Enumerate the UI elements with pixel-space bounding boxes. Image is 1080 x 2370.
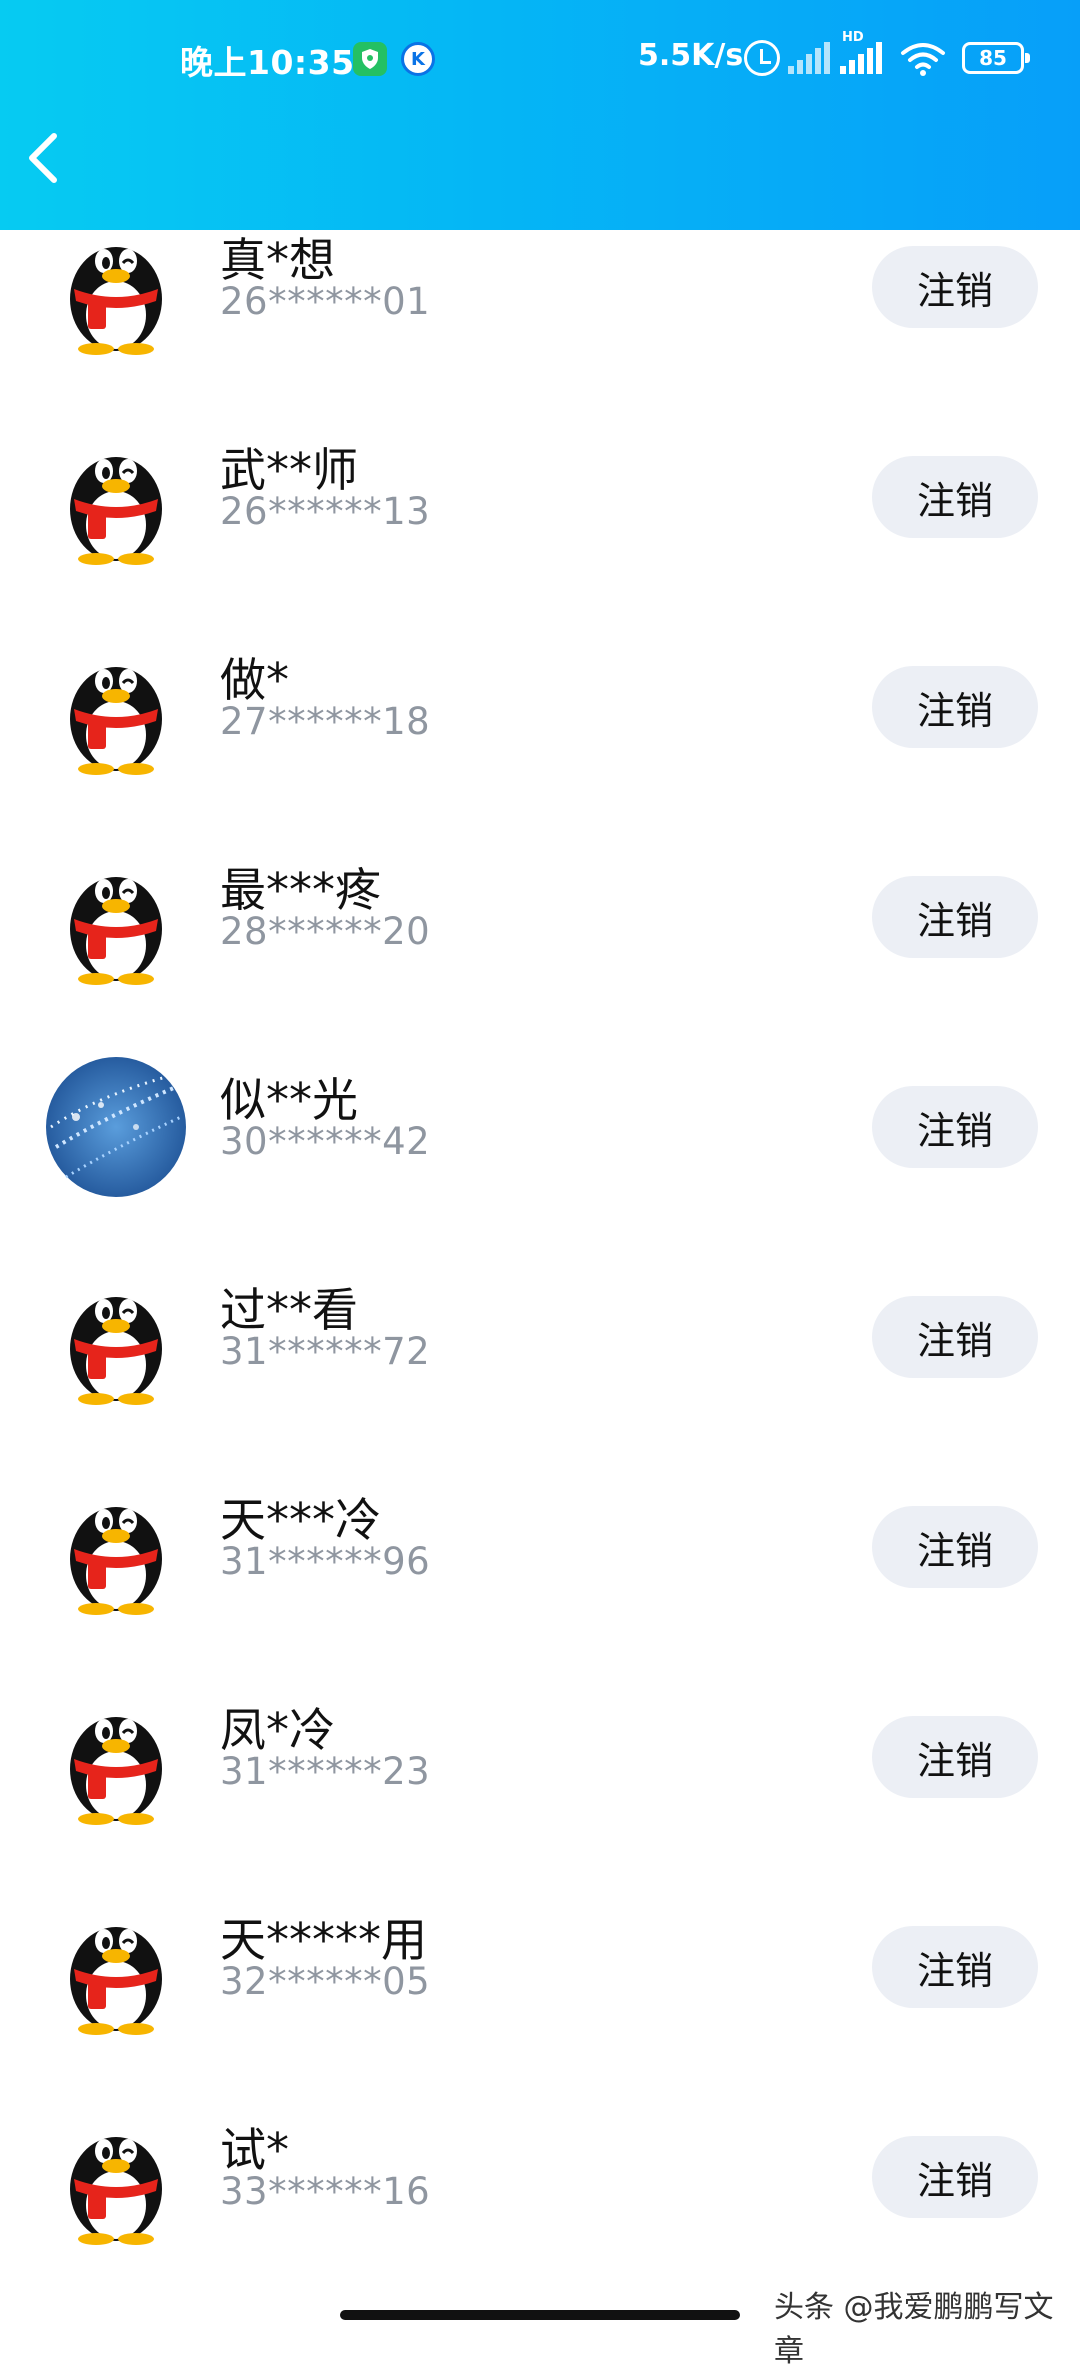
wifi-icon <box>900 42 946 76</box>
account-row[interactable]: 过**看 31******72 注销 <box>0 1262 1080 1471</box>
account-number: 30******42 <box>220 1120 431 1163</box>
battery-icon: 85 <box>962 42 1030 74</box>
avatar-penguin-icon[interactable] <box>46 1897 186 2037</box>
account-number: 31******72 <box>220 1330 431 1373</box>
logout-button[interactable]: 注销 <box>872 1086 1038 1168</box>
chevron-left-icon <box>29 133 57 183</box>
logout-button[interactable]: 注销 <box>872 1716 1038 1798</box>
account-row[interactable]: 天*****用 32******05 注销 <box>0 1892 1080 2101</box>
avatar-penguin-icon[interactable] <box>46 427 186 567</box>
logout-button[interactable]: 注销 <box>872 456 1038 538</box>
status-bar: 晚上10:35 K 5.5K/s HD 85 <box>0 30 1080 90</box>
status-time: 晚上10:35 <box>180 43 355 82</box>
avatar-penguin-icon[interactable] <box>46 1477 186 1617</box>
account-row[interactable]: 似**光 30******42 注销 <box>0 1052 1080 1261</box>
account-number: 27******18 <box>220 700 431 743</box>
top-header: 晚上10:35 K 5.5K/s HD 85 <box>0 0 1080 230</box>
avatar-photo[interactable] <box>46 1057 186 1197</box>
account-number: 32******05 <box>220 1960 431 2003</box>
logout-button[interactable]: 注销 <box>872 246 1038 328</box>
account-row[interactable]: 武**师 26******13 注销 <box>0 422 1080 631</box>
account-row[interactable]: 最***疼 28******20 注销 <box>0 842 1080 1051</box>
k-icon: K <box>401 42 435 76</box>
avatar-penguin-icon[interactable] <box>46 1267 186 1407</box>
net-speed: 5.5K/s <box>638 38 744 73</box>
logout-button[interactable]: 注销 <box>872 1926 1038 2008</box>
account-number: 26******13 <box>220 490 431 533</box>
account-row[interactable]: 试* 33******16 注销 <box>0 2102 1080 2311</box>
back-button[interactable] <box>18 128 68 188</box>
account-number: 28******20 <box>220 910 431 953</box>
account-row[interactable]: 凤*冷 31******23 注销 <box>0 1682 1080 1891</box>
account-number: 26******01 <box>220 280 431 323</box>
account-row[interactable]: 真*想 26******01 注销 <box>0 212 1080 421</box>
signal-hd-icon <box>840 42 882 74</box>
watermark: 头条 @我爱鹏鹏写文章 <box>774 2290 1054 2369</box>
shield-icon <box>353 42 387 76</box>
avatar-penguin-icon[interactable] <box>46 2107 186 2247</box>
account-number: 31******96 <box>220 1540 431 1583</box>
account-number: 31******23 <box>220 1750 431 1793</box>
account-row[interactable]: 做* 27******18 注销 <box>0 632 1080 841</box>
logout-button[interactable]: 注销 <box>872 1506 1038 1588</box>
logout-button[interactable]: 注销 <box>872 2136 1038 2218</box>
avatar-penguin-icon[interactable] <box>46 217 186 357</box>
avatar-penguin-icon[interactable] <box>46 637 186 777</box>
home-indicator[interactable] <box>340 2310 740 2320</box>
account-row[interactable]: 天***冷 31******96 注销 <box>0 1472 1080 1681</box>
avatar-penguin-icon[interactable] <box>46 847 186 987</box>
logout-button[interactable]: 注销 <box>872 1296 1038 1378</box>
avatar-penguin-icon[interactable] <box>46 1687 186 1827</box>
alarm-icon <box>744 40 780 76</box>
signal-icon <box>788 42 830 74</box>
logout-button[interactable]: 注销 <box>872 666 1038 748</box>
account-number: 33******16 <box>220 2170 431 2213</box>
logout-button[interactable]: 注销 <box>872 876 1038 958</box>
